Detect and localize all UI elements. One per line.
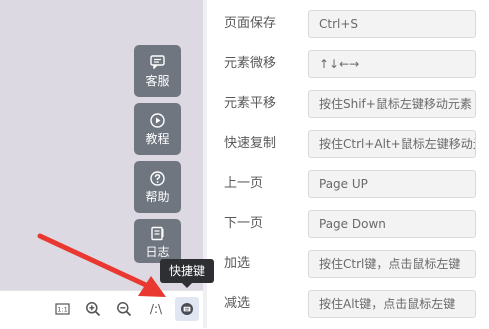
shortcut-key-field: 按住Ctrl键，点击鼠标左键 — [308, 250, 476, 278]
help-button[interactable]: 帮助 — [134, 161, 181, 213]
shortcut-name: 页面保存 — [224, 16, 277, 31]
grid-toggle-icon[interactable]: /:\ — [146, 300, 166, 318]
shortcut-key-field: 按住Shif+鼠标左键移动元素 — [308, 90, 476, 118]
fit-screen-icon[interactable]: 1:1 — [53, 300, 71, 318]
log-icon — [150, 225, 166, 241]
shortcut-row: 下一页 Page Down — [207, 204, 489, 244]
shortcut-row: 快速复制 按住Ctrl+Alt+鼠标左键移动元素 — [207, 124, 489, 164]
shortcut-name: 下一页 — [224, 216, 264, 231]
shortcut-name: 加选 — [224, 256, 251, 271]
shortcut-name: 快速复制 — [224, 136, 277, 151]
tooltip-arrow — [182, 283, 192, 288]
shortcut-name: 减选 — [224, 296, 251, 311]
zoom-in-icon[interactable] — [84, 300, 102, 318]
tutorial-button[interactable]: 教程 — [134, 103, 181, 155]
log-label: 日志 — [145, 245, 170, 259]
shortcut-row: 页面保存 Ctrl+S — [207, 4, 489, 44]
shortcut-key-field: 按住Alt键，点击鼠标左键 — [308, 290, 476, 318]
chat-icon — [150, 54, 166, 70]
shortcut-row: 减选 按住Alt键，点击鼠标左键 — [207, 284, 489, 324]
shortcut-row: 加选 按住Ctrl键，点击鼠标左键 — [207, 244, 489, 284]
svg-text:1:1: 1:1 — [57, 306, 67, 314]
keyboard-shortcut-button[interactable] — [175, 297, 199, 321]
shortcut-key-field: Page UP — [308, 170, 476, 198]
keyboard-shortcut-icon — [180, 302, 194, 316]
shortcut-row: 元素平移 按住Shif+鼠标左键移动元素 — [207, 84, 489, 124]
help-label: 帮助 — [145, 190, 170, 204]
customer-service-button[interactable]: 客服 — [134, 45, 181, 97]
shortcut-key-field: ↑↓←→ — [308, 50, 476, 78]
shortcut-tooltip: 快捷键 — [160, 259, 214, 283]
help-icon — [150, 170, 166, 186]
shortcut-name: 上一页 — [224, 176, 264, 191]
shortcut-name: 元素微移 — [224, 56, 277, 71]
log-button[interactable]: 日志 — [134, 219, 181, 263]
shortcut-name: 元素平移 — [224, 96, 277, 111]
shortcut-key-field: 按住Ctrl+Alt+鼠标左键移动元素 — [308, 130, 476, 158]
play-icon — [150, 112, 166, 128]
shortcut-row: 上一页 Page UP — [207, 164, 489, 204]
shortcut-row: 元素微移 ↑↓←→ — [207, 44, 489, 84]
shortcut-key-field: Page Down — [308, 210, 476, 238]
shortcut-key-field: Ctrl+S — [308, 10, 476, 38]
customer-service-label: 客服 — [145, 74, 170, 88]
tutorial-label: 教程 — [145, 132, 170, 146]
zoom-out-icon[interactable] — [115, 300, 133, 318]
